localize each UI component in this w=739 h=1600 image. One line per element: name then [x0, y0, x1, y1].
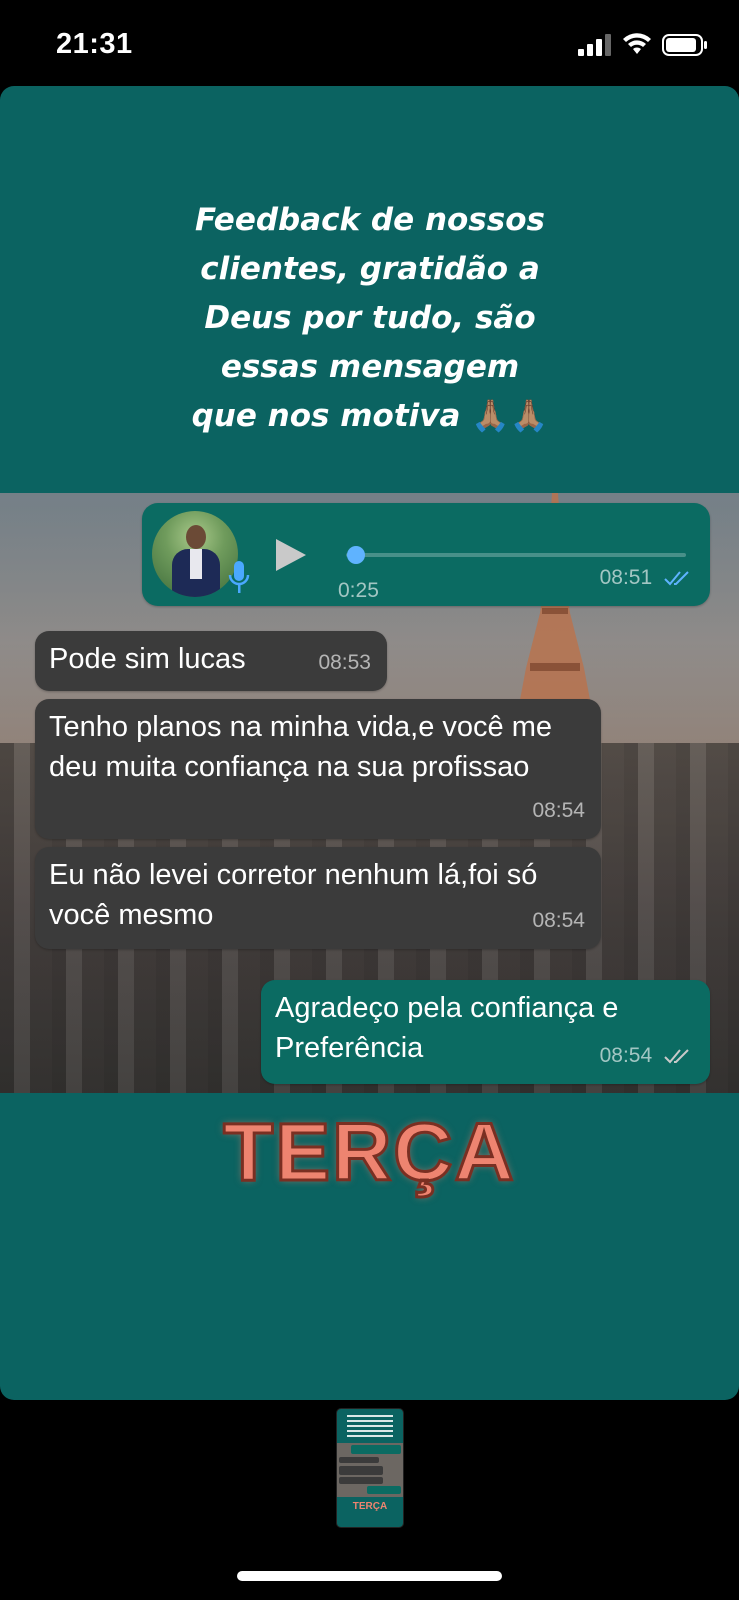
- battery-icon: [662, 34, 707, 56]
- caption-line-text: que nos motiva: [191, 398, 461, 434]
- thumbnail-bubble: [351, 1445, 401, 1454]
- week-day-sticker: TERÇA: [222, 1106, 516, 1200]
- message-text: Eu não levei corretor nenhum lá,foi só v…: [49, 859, 538, 931]
- status-time: 21:31: [56, 28, 133, 60]
- message-time-text: 08:51: [599, 566, 653, 589]
- message-time: 08:51: [600, 558, 694, 598]
- message-time: 08:54: [600, 1036, 694, 1076]
- read-receipt-icon: [664, 571, 689, 586]
- message-time: 08:54: [532, 909, 585, 932]
- thumbnail-bubble: [367, 1486, 401, 1494]
- home-indicator[interactable]: [237, 1571, 502, 1581]
- message-bubble-outgoing[interactable]: Agradeço pela confiança e Preferência 08…: [261, 980, 710, 1084]
- caption-line: Feedback de nossos: [195, 202, 545, 238]
- read-receipt-icon: [664, 1049, 689, 1064]
- caption-line: essas mensagem: [220, 349, 520, 385]
- thumbnail-chat: [337, 1443, 403, 1497]
- praying-hands-icon: 🙏🏽🙏🏽: [471, 398, 549, 434]
- thumbnail-bubble: [339, 1477, 383, 1484]
- wifi-icon: [623, 33, 651, 54]
- voice-duration: 0:25: [338, 579, 379, 602]
- status-bar: 21:31: [0, 0, 739, 86]
- avatar-shirt: [190, 549, 202, 579]
- message-bubble[interactable]: Pode sim lucas 08:53: [35, 631, 387, 691]
- voice-message-bubble[interactable]: 0:25 08:51: [142, 503, 710, 606]
- thumbnail-bubble: [339, 1466, 383, 1475]
- voice-progress-bar[interactable]: [346, 546, 686, 564]
- message-bubble[interactable]: Tenho planos na minha vida,e você me deu…: [35, 699, 601, 839]
- story-caption: Feedback de nossos clientes, gratidão a …: [120, 196, 620, 441]
- message-time-text: 08:54: [599, 1044, 653, 1067]
- caption-line: que nos motiva 🙏🏽🙏🏽: [120, 392, 620, 441]
- thumbnail-week-day: TERÇA: [352, 1501, 388, 1512]
- thumbnail-bubble: [339, 1457, 379, 1463]
- microphone-icon: [228, 561, 250, 593]
- avatar-head: [186, 525, 206, 549]
- play-icon[interactable]: [274, 537, 308, 573]
- cellular-signal-icon: [578, 34, 611, 56]
- story-card[interactable]: Feedback de nossos clientes, gratidão a …: [0, 86, 739, 1400]
- voice-progress-knob[interactable]: [346, 546, 365, 564]
- caption-line: clientes, gratidão a: [200, 251, 540, 287]
- thumbnail-caption: [347, 1415, 393, 1439]
- avatar[interactable]: [152, 511, 238, 597]
- caption-line: Deus por tudo, são: [204, 300, 536, 336]
- story-thumbnail[interactable]: TERÇA: [336, 1408, 404, 1528]
- message-time: 08:54: [532, 799, 585, 822]
- message-text: Tenho planos na minha vida,e você me deu…: [49, 711, 552, 783]
- message-bubble[interactable]: Eu não levei corretor nenhum lá,foi só v…: [35, 847, 601, 949]
- message-time: 08:53: [318, 651, 371, 674]
